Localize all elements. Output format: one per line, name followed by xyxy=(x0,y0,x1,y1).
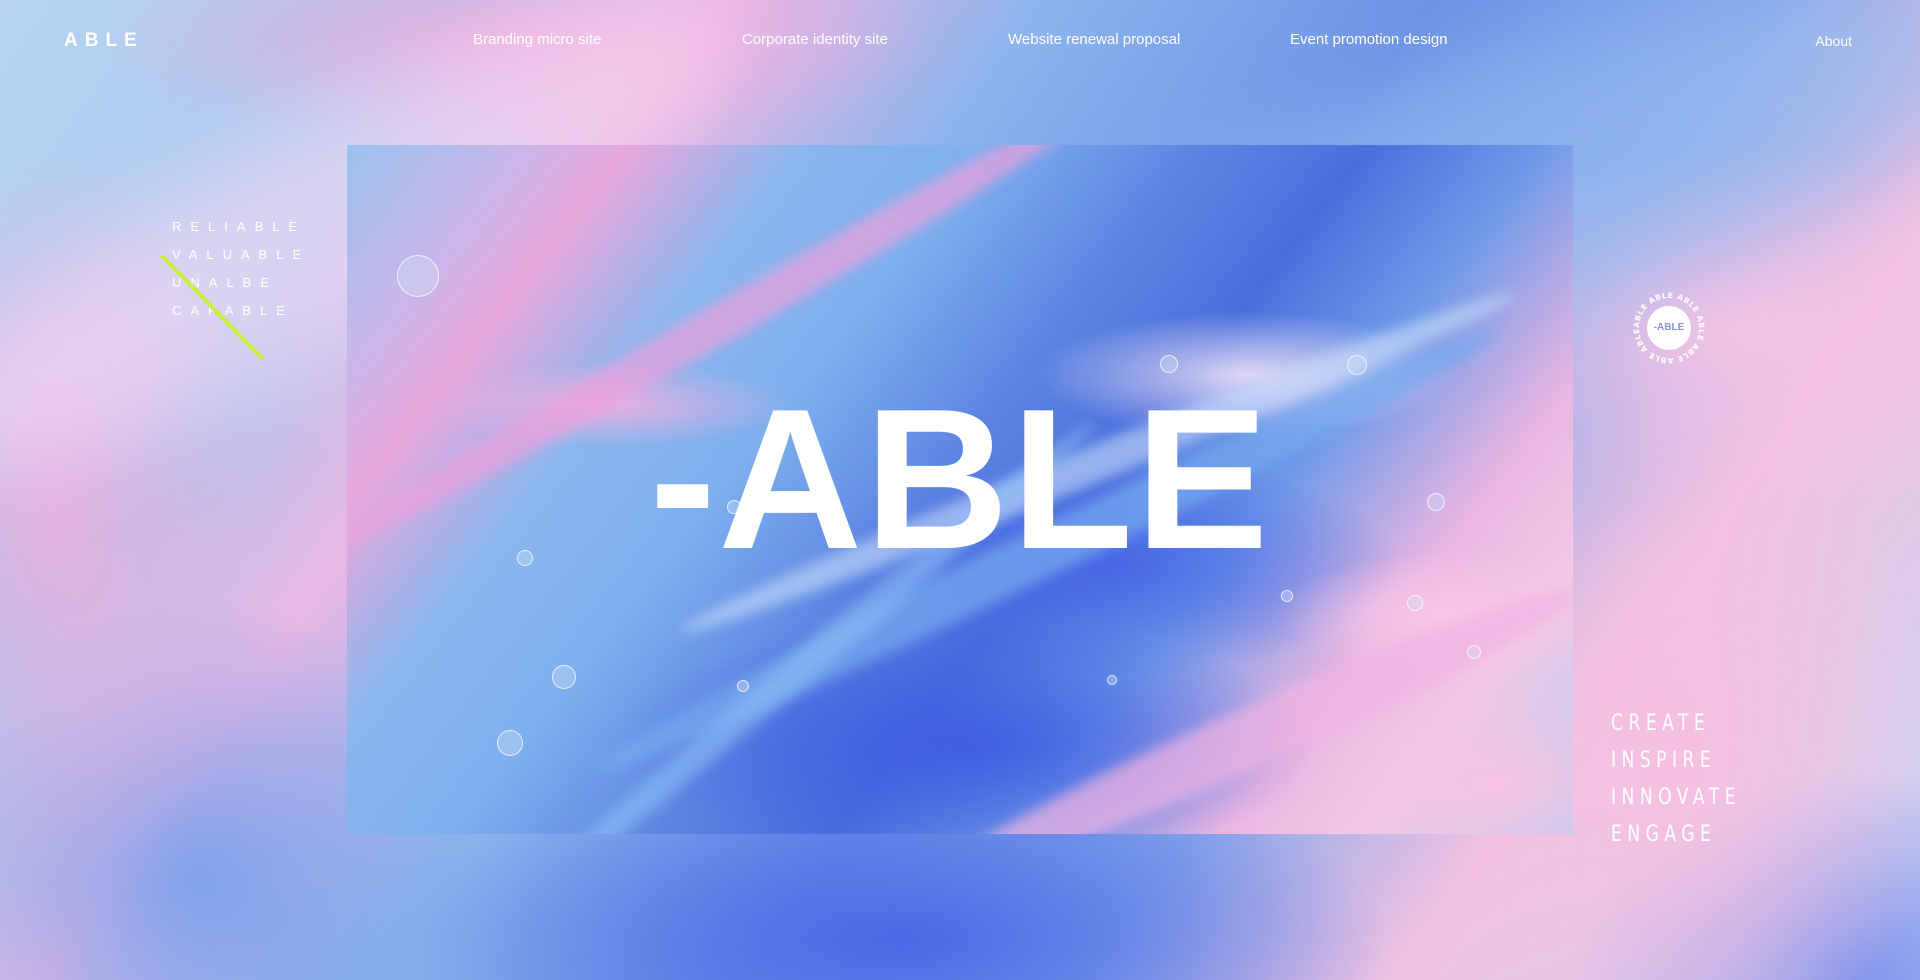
value-word: ENGAGE xyxy=(1611,822,1717,847)
value-word: CREATE xyxy=(1611,711,1711,736)
hero-title: -ABLE xyxy=(649,368,1271,591)
about-link[interactable]: About xyxy=(1815,33,1852,49)
nav-link-branding-micro-site[interactable]: Branding micro site xyxy=(473,31,601,48)
nav-link-event-promotion-design[interactable]: Event promotion design xyxy=(1290,31,1448,48)
nav-link-website-renewal-proposal[interactable]: Website renewal proposal xyxy=(1008,31,1180,48)
hero-image: -ABLE xyxy=(347,145,1573,834)
value-word: INSPIRE xyxy=(1611,748,1717,773)
nav-link-corporate-identity-site[interactable]: Corporate identity site xyxy=(742,31,888,48)
values-list: CREATE INSPIRE INNOVATE ENGAGE xyxy=(1611,705,1831,853)
able-badge[interactable]: ABLE ABLE ABLE ABLE ABLE ABLE ABLE -ABLE xyxy=(1632,291,1706,365)
side-word: RELIABLE xyxy=(172,219,307,234)
site-header: ABLE Branding micro site Corporate ident… xyxy=(0,0,1920,80)
value-word: INNOVATE xyxy=(1611,785,1741,810)
badge-center-label: -ABLE xyxy=(1647,306,1691,350)
logo[interactable]: ABLE xyxy=(64,30,144,52)
